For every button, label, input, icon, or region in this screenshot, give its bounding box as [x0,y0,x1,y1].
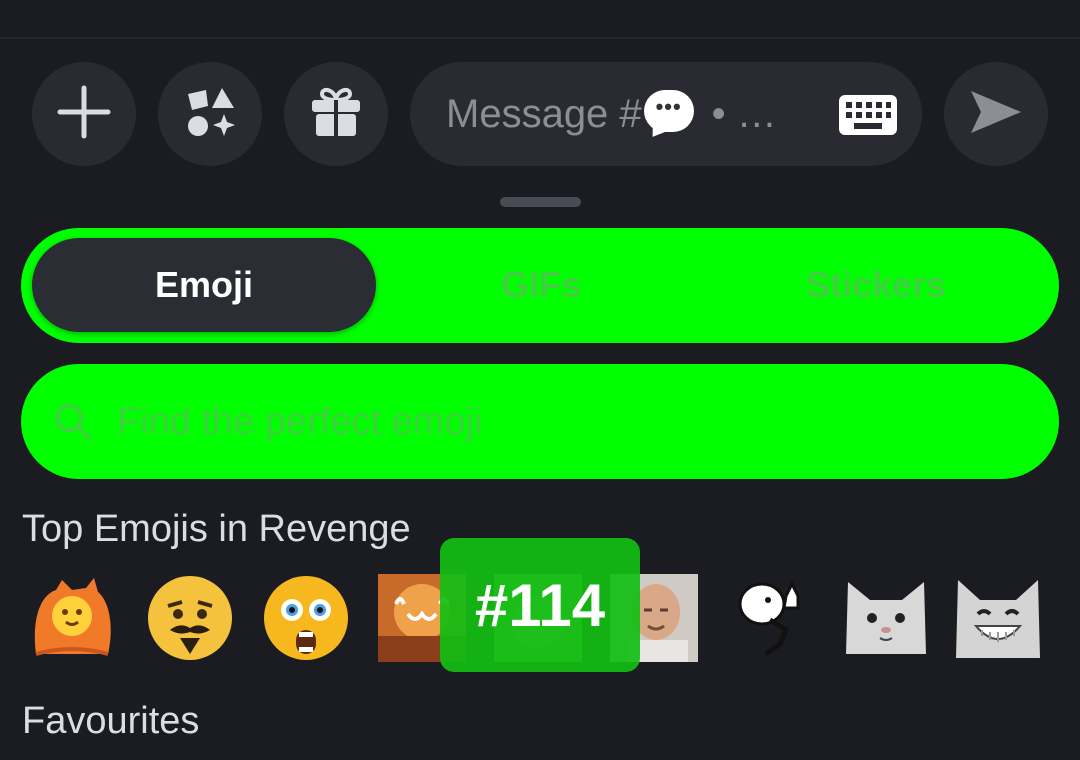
thumbs-up-stick-figure-emoji[interactable] [726,574,814,662]
apps-button[interactable] [158,62,262,166]
drawer-drag-handle[interactable] [500,197,581,207]
message-placeholder: Message # [446,91,642,136]
add-attachment-button[interactable] [32,62,136,166]
plus-icon [56,84,112,145]
message-input[interactable]: Message # ••• • … [410,62,922,166]
orange-cat-emoji[interactable] [28,574,116,662]
tab-emoji[interactable]: Emoji [32,238,376,332]
keyboard-icon[interactable] [838,94,898,141]
search-icon [53,402,93,447]
apps-shapes-icon [182,84,238,145]
send-arrow-icon [967,87,1025,142]
section-title-favourites: Favourites [22,700,200,742]
picker-tab-bar: Emoji GIFs Stickers [21,228,1059,343]
tab-gifs[interactable]: GIFs [376,238,706,332]
tab-stickers[interactable]: Stickers [706,238,1046,332]
top-divider [0,37,1080,39]
emoji-search-input[interactable] [117,394,1017,450]
mustache-pleading-emoji[interactable] [146,574,234,662]
speech-bubble-icon: ••• [643,90,694,132]
white-cat-emoji[interactable] [842,574,930,662]
send-button[interactable] [944,62,1048,166]
section-title-top-emojis: Top Emojis in Revenge [22,508,411,550]
grinning-white-cat-emoji[interactable] [954,574,1042,662]
gift-button[interactable] [284,62,388,166]
emoji-search-bar [21,364,1059,479]
message-placeholder-suffix: • … [711,91,777,136]
gift-icon [308,84,364,145]
overlay-number-badge: #114 [440,538,640,672]
screaming-face-emoji[interactable] [262,574,350,662]
